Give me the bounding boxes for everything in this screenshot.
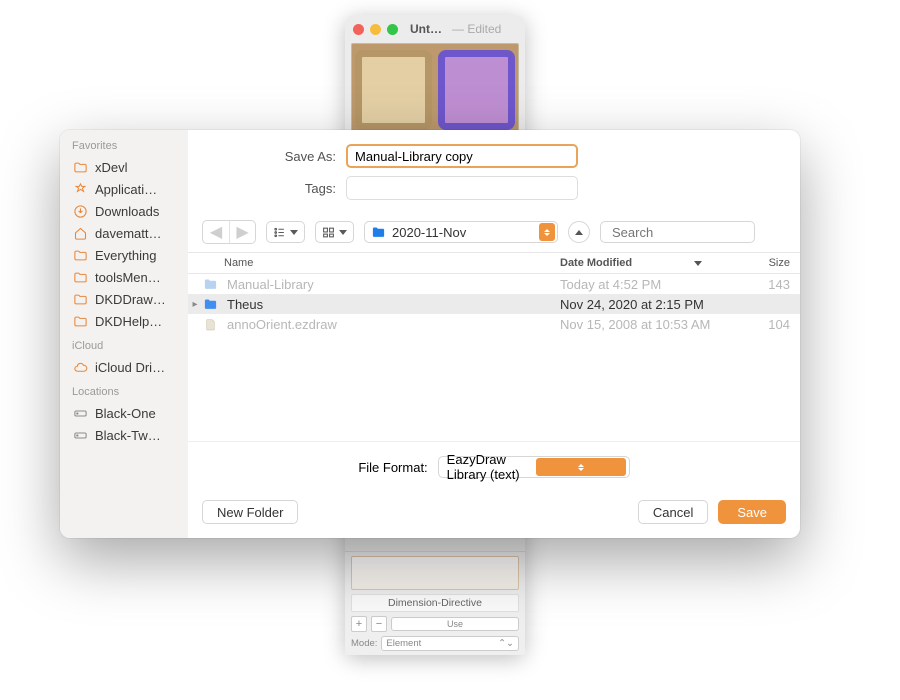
folder-dropdown[interactable]: 2020-11-Nov [364,221,558,243]
bg-mode-label: Mode: [351,638,377,649]
bg-use-button[interactable]: Use [391,617,519,631]
bg-edited-indicator: — Edited [452,22,501,36]
bg-window-title: Unt… [410,22,442,36]
collapse-button[interactable] [568,221,590,243]
sort-chevron-icon [694,261,702,266]
chevron-down-icon [290,230,298,235]
chevron-up-icon [575,230,583,235]
disk-icon [72,405,88,421]
bg-titlebar: Unt… — Edited [345,15,525,43]
bg-plus-button[interactable]: + [351,616,367,632]
search-field[interactable] [600,221,755,243]
list-header: Name Date Modified Size [188,252,800,274]
nav-segment: ◀ ▶ [202,220,256,244]
folder-icon [72,269,88,285]
bg-mode-select[interactable]: Element⌃⌄ [381,636,519,651]
main-panel: Save As: Tags: ◀ ▶ 2020- [188,130,800,538]
sidebar-item-black-two[interactable]: Black-Tw… [72,424,188,446]
save-as-label: Save As: [218,149,346,164]
bg-card-purple [438,50,515,130]
sidebar-item-home[interactable]: davematt… [72,222,188,244]
save-as-input[interactable] [346,144,578,168]
save-sheet: Favorites xDevl Applicati… Downloads dav… [60,130,800,538]
bg-bottom-panel: Dimension-Directive + − Use Mode: Elemen… [345,551,525,655]
sidebar-item-toolsmenu[interactable]: toolsMen… [72,266,188,288]
download-icon [72,203,88,219]
view-list-button[interactable] [266,221,305,243]
file-format-label: File Format: [358,460,427,475]
sidebar-item-black-one[interactable]: Black-One [72,402,188,424]
sidebar-heading-favorites: Favorites [72,140,188,152]
chevron-down-icon [339,230,347,235]
column-date[interactable]: Date Modified [560,257,752,269]
sidebar-item-downloads[interactable]: Downloads [72,200,188,222]
cancel-button[interactable]: Cancel [638,500,708,524]
file-list[interactable]: Manual-Library Today at 4:52 PM 143 ▸ Th… [188,274,800,441]
dropdown-stepper-icon [536,458,626,476]
apps-icon [72,181,88,197]
file-row[interactable]: Manual-Library Today at 4:52 PM 143 [188,274,800,294]
dropdown-stepper-icon [539,223,555,241]
sidebar-heading-icloud: iCloud [72,340,188,352]
sidebar-item-everything[interactable]: Everything [72,244,188,266]
footer: New Folder Cancel Save [188,492,800,538]
new-folder-button[interactable]: New Folder [202,500,298,524]
folder-icon [72,313,88,329]
folder-icon [371,225,386,240]
toolbar: ◀ ▶ 2020-11-Nov [188,216,800,252]
cloud-icon [72,359,88,375]
nav-forward-button[interactable]: ▶ [229,221,255,243]
sidebar-item-icloud-drive[interactable]: iCloud Dri… [72,356,188,378]
folder-icon [72,247,88,263]
home-icon [72,225,88,241]
file-format-select[interactable]: EazyDraw Library (text) [438,456,630,478]
sidebar-heading-locations: Locations [72,386,188,398]
sidebar: Favorites xDevl Applicati… Downloads dav… [60,130,188,538]
document-icon [202,316,218,332]
folder-name: 2020-11-Nov [392,225,533,240]
group-button[interactable] [315,221,354,243]
column-name[interactable]: Name [188,257,560,269]
search-input[interactable] [612,225,788,240]
tags-input[interactable] [346,176,578,200]
bg-thumb [351,556,519,590]
sidebar-item-dkddraw[interactable]: DKDDraw… [72,288,188,310]
bg-canvas [351,43,519,137]
bg-dimension-label: Dimension-Directive [351,594,519,612]
file-row[interactable]: annoOrient.ezdraw Nov 15, 2008 at 10:53 … [188,314,800,334]
minimize-traffic-light[interactable] [370,24,381,35]
disk-icon [72,427,88,443]
tags-label: Tags: [218,181,346,196]
file-row[interactable]: ▸ Theus Nov 24, 2020 at 2:15 PM [188,294,800,314]
save-button[interactable]: Save [718,500,786,524]
folder-icon [72,291,88,307]
bg-minus-button[interactable]: − [371,616,387,632]
folder-icon [72,159,88,175]
file-format-row: File Format: EazyDraw Library (text) [188,441,800,492]
sidebar-item-applications[interactable]: Applicati… [72,178,188,200]
close-traffic-light[interactable] [353,24,364,35]
zoom-traffic-light[interactable] [387,24,398,35]
disclosure-triangle[interactable]: ▸ [188,299,202,310]
sidebar-item-xdevl[interactable]: xDevl [72,156,188,178]
sidebar-item-dkdhelp[interactable]: DKDHelp… [72,310,188,332]
nav-back-button[interactable]: ◀ [203,221,229,243]
folder-icon [202,276,218,292]
bg-card-gold [355,50,432,130]
column-size[interactable]: Size [752,257,800,269]
folder-icon [202,296,218,312]
